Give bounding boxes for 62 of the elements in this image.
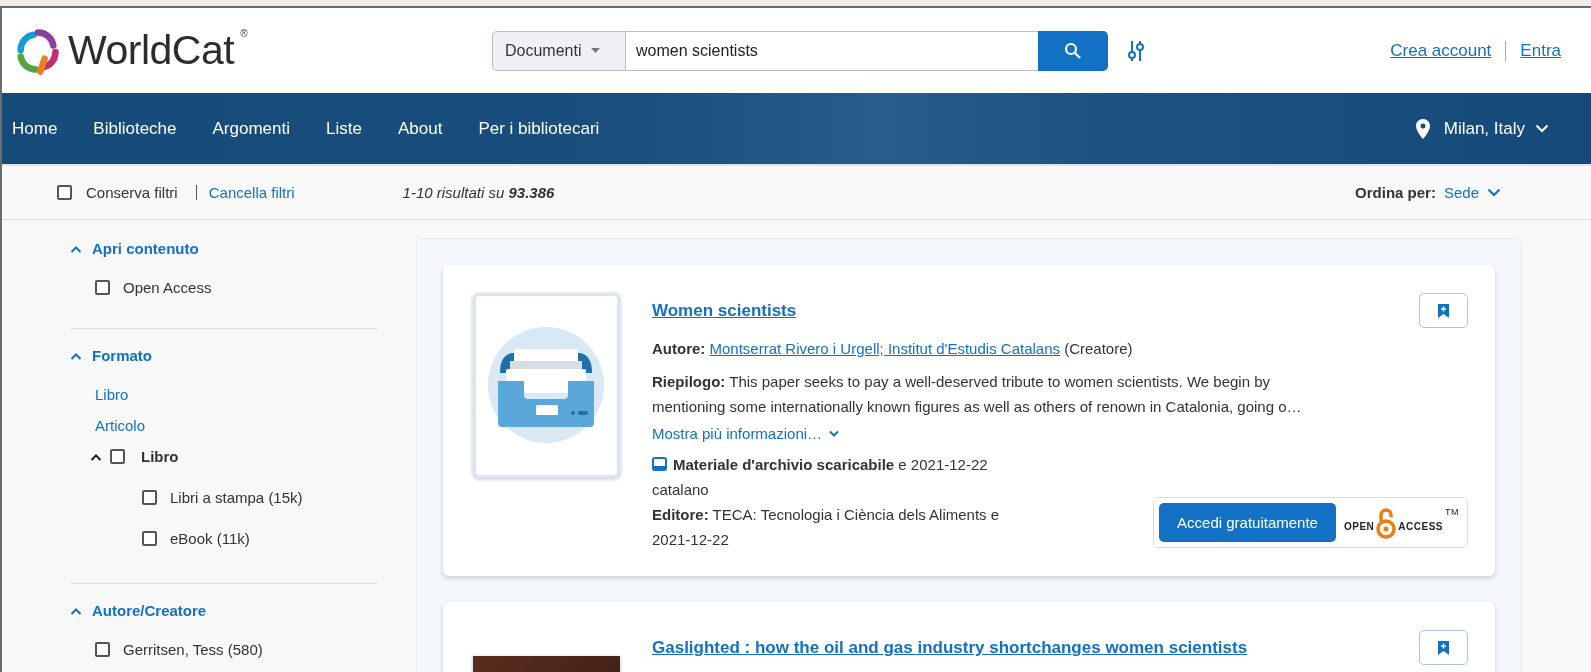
caret-down-icon <box>828 429 841 438</box>
bookmark-button[interactable] <box>1419 630 1468 665</box>
create-account-link[interactable]: Crea account <box>1390 40 1492 61</box>
triangle-down-icon <box>591 47 601 54</box>
logo-text: ACCESS <box>1398 519 1443 534</box>
checkbox[interactable] <box>95 642 110 657</box>
publisher-text: Editore: TECA: Tecnologia i Ciència dels Aliments e 2021-12-22 <box>652 505 1001 550</box>
scope-dropdown[interactable]: Documenti <box>492 30 626 71</box>
nav-link[interactable]: Per i bibliotecari <box>478 118 600 139</box>
bookmark-icon <box>1438 303 1449 318</box>
registered-mark: ® <box>240 27 248 39</box>
results-count: 1-10 risultati su 93.386 <box>402 184 555 201</box>
filter-group-label: Libro <box>141 448 179 465</box>
format-text: Materiale d'archivio scaricabile e 2021-12-22 <box>673 455 988 475</box>
caret-up-icon[interactable] <box>90 452 102 461</box>
bookmark-button[interactable] <box>1419 293 1468 328</box>
search-icon <box>1064 41 1082 60</box>
checkbox-label: Conserva filtri <box>86 184 178 201</box>
sort-label: Ordina per: <box>1355 184 1436 201</box>
facet-header[interactable]: Autore/Creatore <box>70 602 207 619</box>
nav-link[interactable]: About <box>397 118 443 139</box>
nav-link[interactable]: Argomenti <box>212 118 290 139</box>
search-button[interactable] <box>1038 30 1108 71</box>
nav-link[interactable]: Home <box>12 118 58 139</box>
location-selector[interactable]: Milan, Italy <box>1409 117 1555 140</box>
show-more-link[interactable]: Mostra più informazioni… <box>652 425 841 442</box>
logo-wordmark: WorldCat <box>68 30 235 71</box>
facet-header[interactable]: Apri contenuto <box>70 240 199 257</box>
chevron-down-icon <box>1487 188 1501 197</box>
author-link[interactable]: Montserrat Rivero i Urgell; Institut d'Estudis Catalans <box>709 340 1060 357</box>
checkbox[interactable] <box>142 490 157 505</box>
clear-filters-link[interactable]: Cancella filtri <box>208 184 295 201</box>
checkbox[interactable] <box>110 449 125 464</box>
trademark-mark: TM <box>1445 506 1459 517</box>
open-lock-icon <box>1376 506 1397 539</box>
free-access-button[interactable]: Accedi gratuitamente <box>1159 503 1336 542</box>
search-field[interactable]: women scientists <box>626 30 1038 71</box>
checkbox[interactable] <box>57 185 72 200</box>
language-text: catalano <box>652 480 710 500</box>
author-line: Autore: Montserrat Rivero i Urgell; Institut d'Estudis Catalans (Creatore) <box>652 339 1134 359</box>
logo-text: OPEN <box>1343 519 1375 534</box>
nav-link[interactable]: Biblioteche <box>93 118 177 139</box>
checkbox[interactable] <box>95 280 110 295</box>
checkbox[interactable] <box>142 531 157 546</box>
filter-link[interactable]: Articolo <box>95 417 378 434</box>
book-icon <box>652 457 667 472</box>
sort-dropdown[interactable]: Sede <box>1443 184 1501 201</box>
nav-link[interactable]: Liste <box>326 118 362 139</box>
chevron-down-icon <box>1535 124 1549 133</box>
result-title-link[interactable]: Women scientists <box>652 298 797 323</box>
filter-option: Open Access <box>123 279 212 296</box>
result-title-link[interactable]: Gaslighted : how the oil and gas industry shortchanges women scientists <box>652 635 1248 660</box>
summary-text: Riepilogo: This paper seeks to pay a well-deserved tribute to women scientists. We begin by mentioning some internationally known figures as well as others of renown in Catalonia, going o… <box>652 372 1303 417</box>
filter-option: Libri a stampa (15k) <box>170 489 303 506</box>
facet-header[interactable]: Formato <box>70 347 152 364</box>
filter-option: eBook (11k) <box>170 530 250 547</box>
filter-link[interactable]: Libro <box>95 386 378 403</box>
bookmark-icon <box>1438 640 1449 655</box>
sign-in-link[interactable]: Entra <box>1520 40 1561 61</box>
location-pin-icon <box>1415 118 1430 139</box>
filter-option: Gerritsen, Tess (580) <box>123 641 263 658</box>
sliders-icon[interactable] <box>1126 39 1146 62</box>
